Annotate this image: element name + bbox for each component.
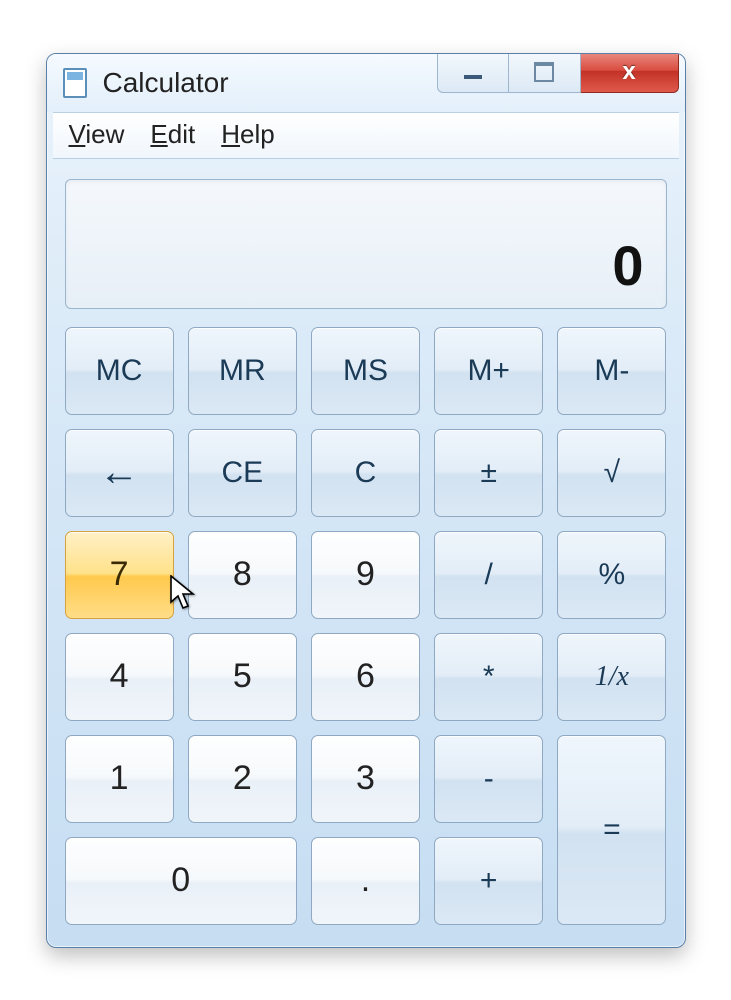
menu-edit[interactable]: Edit — [150, 119, 195, 150]
key-divide[interactable]: / — [434, 531, 543, 619]
key-ms[interactable]: MS — [311, 327, 420, 415]
key-multiply[interactable]: * — [434, 633, 543, 721]
key-decimal[interactable]: . — [311, 837, 420, 925]
key-mminus[interactable]: M- — [557, 327, 666, 415]
key-2[interactable]: 2 — [188, 735, 297, 823]
key-3[interactable]: 3 — [311, 735, 420, 823]
maximize-button[interactable] — [509, 53, 581, 93]
menu-help[interactable]: Help — [221, 119, 274, 150]
key-percent[interactable]: % — [557, 531, 666, 619]
titlebar[interactable]: Calculator x — [47, 54, 685, 112]
calculator-window: Calculator x View Edit Help 0 MC MR MS M… — [46, 53, 686, 948]
window-title: Calculator — [103, 67, 437, 99]
key-5[interactable]: 5 — [188, 633, 297, 721]
key-9[interactable]: 9 — [311, 531, 420, 619]
menu-view[interactable]: View — [69, 119, 125, 150]
key-8[interactable]: 8 — [188, 531, 297, 619]
reciprocal-label: 1/x — [595, 661, 629, 693]
key-sqrt[interactable]: √ — [557, 429, 666, 517]
key-mc[interactable]: MC — [65, 327, 174, 415]
menubar: View Edit Help — [53, 112, 679, 159]
key-ce[interactable]: CE — [188, 429, 297, 517]
key-subtract[interactable]: - — [434, 735, 543, 823]
key-7[interactable]: 7 — [65, 531, 174, 619]
minimize-button[interactable] — [437, 53, 509, 93]
key-mr[interactable]: MR — [188, 327, 297, 415]
key-0[interactable]: 0 — [65, 837, 297, 925]
calculator-body: 0 MC MR MS M+ M- ← CE C ± √ 7 8 9 / % 4 … — [47, 159, 685, 947]
key-1[interactable]: 1 — [65, 735, 174, 823]
key-backspace[interactable]: ← — [65, 429, 174, 517]
key-mplus[interactable]: M+ — [434, 327, 543, 415]
calculator-icon — [61, 67, 89, 99]
key-4[interactable]: 4 — [65, 633, 174, 721]
key-negate[interactable]: ± — [434, 429, 543, 517]
key-equals[interactable]: = — [557, 735, 666, 925]
key-6[interactable]: 6 — [311, 633, 420, 721]
display: 0 — [65, 179, 667, 309]
close-button[interactable]: x — [581, 53, 679, 93]
key-add[interactable]: + — [434, 837, 543, 925]
key-reciprocal[interactable]: 1/x — [557, 633, 666, 721]
keypad: MC MR MS M+ M- ← CE C ± √ 7 8 9 / % 4 5 … — [65, 327, 667, 925]
key-c[interactable]: C — [311, 429, 420, 517]
window-controls: x — [437, 53, 679, 93]
display-value: 0 — [612, 233, 643, 298]
